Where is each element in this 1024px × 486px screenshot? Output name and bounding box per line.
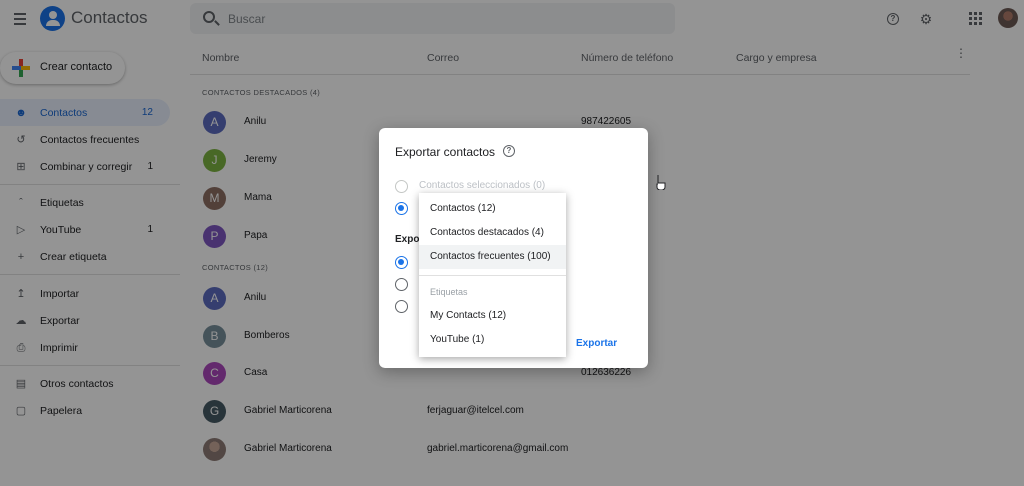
radio-selected-contacts — [395, 180, 408, 193]
menu-item-youtube[interactable]: YouTube (1) — [419, 328, 566, 352]
help-icon[interactable]: ? — [503, 145, 515, 157]
radio-contacts-group[interactable] — [395, 202, 408, 215]
menu-item-label: YouTube (1) — [430, 334, 485, 345]
option-selected-contacts-label: Contactos seleccionados (0) — [419, 180, 546, 191]
menu-item-label: Contactos destacados (4) — [430, 227, 544, 238]
radio-format-outlook-csv[interactable] — [395, 278, 408, 291]
menu-item-my-contacts[interactable]: My Contacts (12) — [419, 304, 566, 328]
menu-section-labels: Etiquetas — [430, 287, 468, 297]
radio-format-google-csv[interactable] — [395, 256, 408, 269]
menu-item-starred[interactable]: Contactos destacados (4) — [419, 221, 566, 245]
menu-item-contacts[interactable]: Contactos (12) — [419, 197, 566, 221]
radio-format-vcard[interactable] — [395, 300, 408, 313]
dialog-title: Exportar contactos — [395, 145, 496, 159]
menu-item-label: Contactos (12) — [430, 203, 496, 214]
menu-item-label: Contactos frecuentes (100) — [430, 251, 551, 262]
hand-cursor-icon — [656, 175, 666, 190]
contacts-group-dropdown: Contactos (12) Contactos destacados (4) … — [419, 193, 566, 357]
menu-item-frequent[interactable]: Contactos frecuentes (100) — [419, 245, 566, 269]
menu-item-label: My Contacts (12) — [430, 310, 507, 321]
export-button[interactable]: Exportar — [576, 338, 617, 349]
menu-divider — [419, 275, 566, 276]
